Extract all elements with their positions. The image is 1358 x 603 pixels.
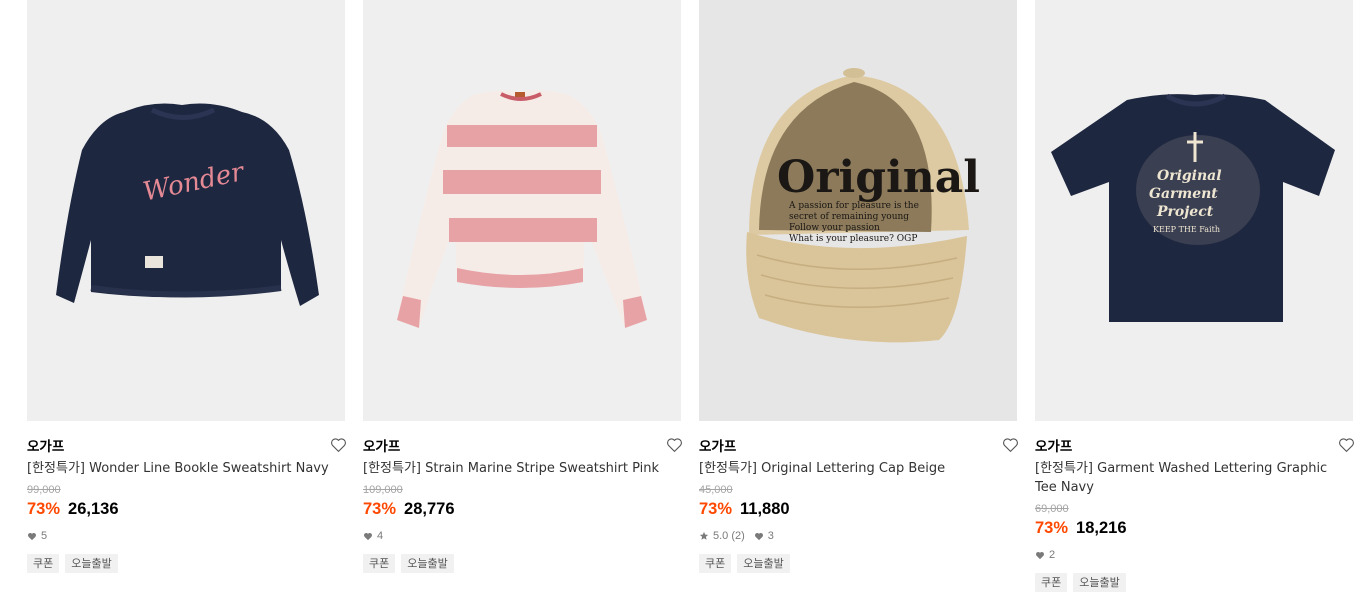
svg-text:Project: Project xyxy=(1156,204,1214,220)
heart-outline-icon[interactable] xyxy=(1336,435,1356,455)
navy-sweatshirt-image[interactable]: Wonder xyxy=(27,0,345,421)
brand-name[interactable]: 오가프 xyxy=(1035,435,1072,455)
sale-price: 11,880 xyxy=(740,500,790,518)
heart-outline-icon[interactable] xyxy=(1000,435,1020,455)
star-icon xyxy=(699,531,709,540)
like-count: 3 xyxy=(754,529,774,543)
svg-text:What is your pleasure? OGP: What is your pleasure? OGP xyxy=(789,234,917,244)
heart-icon xyxy=(1036,551,1044,559)
heart-outline-icon[interactable] xyxy=(664,435,684,455)
product-card[interactable]: Original Garment Project KEEP THE Faith … xyxy=(1035,0,1356,592)
svg-text:KEEP THE Faith: KEEP THE Faith xyxy=(1153,225,1220,234)
original-price: 45,000 xyxy=(699,484,733,496)
beige-cap-image[interactable]: Original A passion for pleasure is the s… xyxy=(699,0,1017,421)
coupon-tag: 쿠폰 xyxy=(363,554,396,573)
original-price: 99,000 xyxy=(27,484,61,496)
heart-outline-icon[interactable] xyxy=(328,435,348,455)
product-card[interactable]: 오가프 [한정특가] Strain Marine Stripe Sweatshi… xyxy=(363,0,684,573)
brand-name[interactable]: 오가프 xyxy=(363,435,400,455)
discount-rate: 73% xyxy=(1035,519,1069,537)
svg-text:secret of remaining young: secret of remaining young xyxy=(789,212,909,222)
product-card[interactable]: Original A passion for pleasure is the s… xyxy=(699,0,1020,573)
like-count: 2 xyxy=(1035,548,1055,562)
sale-price: 18,216 xyxy=(1076,519,1127,537)
svg-text:Garment: Garment xyxy=(1149,186,1218,202)
sale-price: 28,776 xyxy=(404,500,455,518)
coupon-tag: 쿠폰 xyxy=(27,554,60,573)
ship-today-tag: 오늘출발 xyxy=(1073,573,1126,592)
product-card[interactable]: Wonder 오가프 [한정특가] Wonder Line Bookle Swe… xyxy=(27,0,348,573)
coupon-tag: 쿠폰 xyxy=(1035,573,1068,592)
ship-today-tag: 오늘출발 xyxy=(401,554,454,573)
navy-graphic-tee-image[interactable]: Original Garment Project KEEP THE Faith xyxy=(1035,0,1353,421)
original-price: 69,000 xyxy=(1035,503,1069,515)
ship-today-tag: 오늘출발 xyxy=(65,554,118,573)
coupon-tag: 쿠폰 xyxy=(699,554,732,573)
pink-stripe-sweatshirt-image[interactable] xyxy=(363,0,681,421)
original-price: 109,000 xyxy=(363,484,403,496)
ship-today-tag: 오늘출발 xyxy=(737,554,790,573)
svg-text:Original: Original xyxy=(1157,168,1222,184)
sale-price: 26,136 xyxy=(68,500,119,518)
discount-rate: 73% xyxy=(699,500,733,518)
svg-text:Original: Original xyxy=(777,152,980,203)
heart-icon xyxy=(28,532,36,540)
product-name[interactable]: [한정특가] Wonder Line Bookle Sweatshirt Nav… xyxy=(27,459,345,478)
navy-graphic-tee-graphic: Original Garment Project KEEP THE Faith xyxy=(1051,93,1335,322)
beige-cap-graphic: Original A passion for pleasure is the s… xyxy=(746,68,980,343)
product-name[interactable]: [한정특가] Strain Marine Stripe Sweatshirt P… xyxy=(363,459,681,478)
brand-name[interactable]: 오가프 xyxy=(27,435,64,455)
svg-text:Follow your passion: Follow your passion xyxy=(789,223,880,233)
pink-stripe-sweatshirt-graphic xyxy=(397,90,647,328)
like-count: 4 xyxy=(363,529,383,543)
discount-rate: 73% xyxy=(363,500,397,518)
like-count: 5 xyxy=(27,529,47,543)
product-name[interactable]: [한정특가] Garment Washed Lettering Graphic … xyxy=(1035,459,1353,497)
navy-sweatshirt-graphic: Wonder xyxy=(56,103,319,306)
heart-icon xyxy=(754,532,763,540)
svg-text:A passion for pleasure is the: A passion for pleasure is the xyxy=(788,201,919,211)
heart-icon xyxy=(364,532,372,540)
product-name[interactable]: [한정특가] Original Lettering Cap Beige xyxy=(699,459,1017,478)
rating: 5.0 (2) xyxy=(699,529,745,543)
discount-rate: 73% xyxy=(27,500,61,518)
brand-name[interactable]: 오가프 xyxy=(699,435,736,455)
